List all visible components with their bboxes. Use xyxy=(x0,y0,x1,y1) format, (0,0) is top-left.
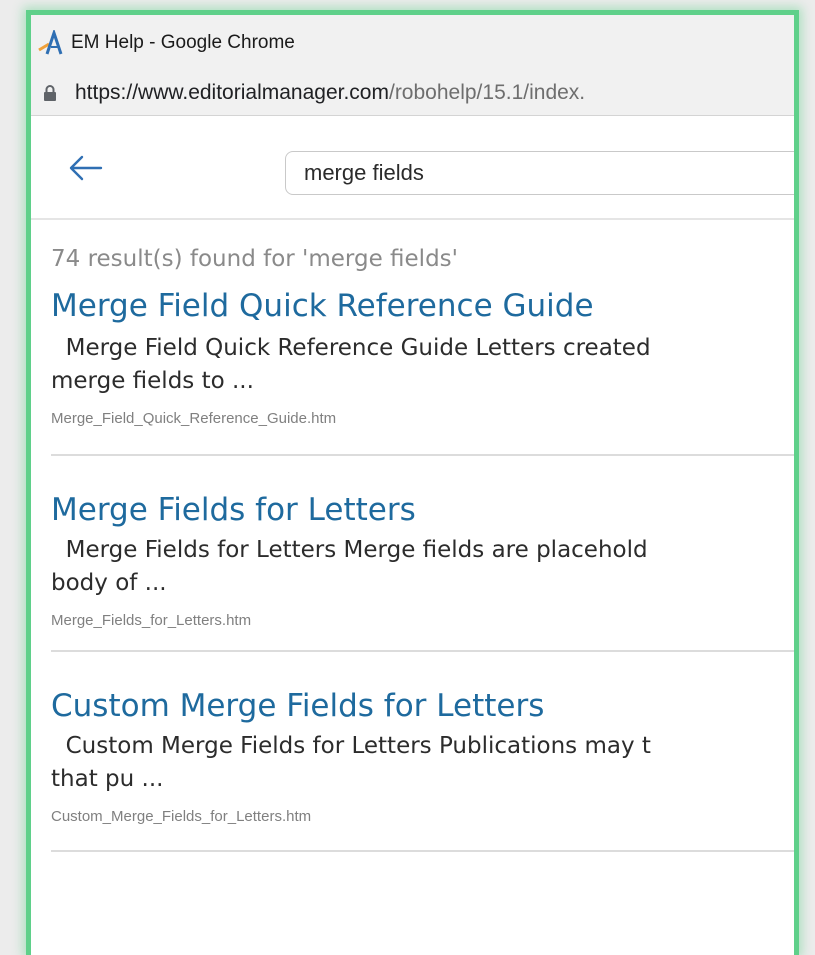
url-path: /robohelp/15.1/index. xyxy=(388,81,586,104)
editorial-manager-logo-icon xyxy=(38,30,63,55)
result-title-link[interactable]: Custom Merge Fields for Letters xyxy=(51,686,794,726)
result-snippet-line: Merge Field Quick Reference Guide Letter… xyxy=(51,335,651,361)
result-item: Merge Field Quick Reference Guide Merge … xyxy=(51,286,794,456)
results-summary: 74 result(s) found for 'merge fields' xyxy=(51,246,458,272)
result-snippet-line: merge fields to ... xyxy=(51,368,254,394)
browser-window-frame: EM Help - Google Chrome https://www.edit… xyxy=(26,10,799,955)
arrow-left-icon[interactable] xyxy=(65,152,105,184)
lock-icon xyxy=(44,85,56,101)
result-filename: Merge_Field_Quick_Reference_Guide.htm xyxy=(51,410,337,427)
title-bar: EM Help - Google Chrome xyxy=(31,15,794,71)
result-filename: Merge_Fields_for_Letters.htm xyxy=(51,612,252,629)
search-results: 74 result(s) found for 'merge fields' Me… xyxy=(31,242,794,852)
search-header xyxy=(31,116,794,220)
result-item: Custom Merge Fields for Letters Custom M… xyxy=(51,686,794,852)
page-url[interactable]: https://www.editorialmanager.com/robohel… xyxy=(75,81,585,105)
result-title-link[interactable]: Merge Fields for Letters xyxy=(51,490,794,530)
url-host: https://www.editorialmanager.com xyxy=(75,81,389,104)
window-title: EM Help - Google Chrome xyxy=(71,32,295,53)
result-filename: Custom_Merge_Fields_for_Letters.htm xyxy=(51,808,312,825)
search-input[interactable] xyxy=(285,151,794,195)
result-title-link[interactable]: Merge Field Quick Reference Guide xyxy=(51,286,794,326)
result-item: Merge Fields for Letters Merge Fields fo… xyxy=(51,490,794,652)
result-snippet-line: that pu ... xyxy=(51,766,164,792)
result-snippet-line: body of ... xyxy=(51,570,167,596)
browser-window: EM Help - Google Chrome https://www.edit… xyxy=(31,15,794,955)
address-bar[interactable]: https://www.editorialmanager.com/robohel… xyxy=(31,71,794,116)
result-snippet-line: Custom Merge Fields for Letters Publicat… xyxy=(51,733,651,759)
result-snippet-line: Merge Fields for Letters Merge fields ar… xyxy=(51,537,648,563)
